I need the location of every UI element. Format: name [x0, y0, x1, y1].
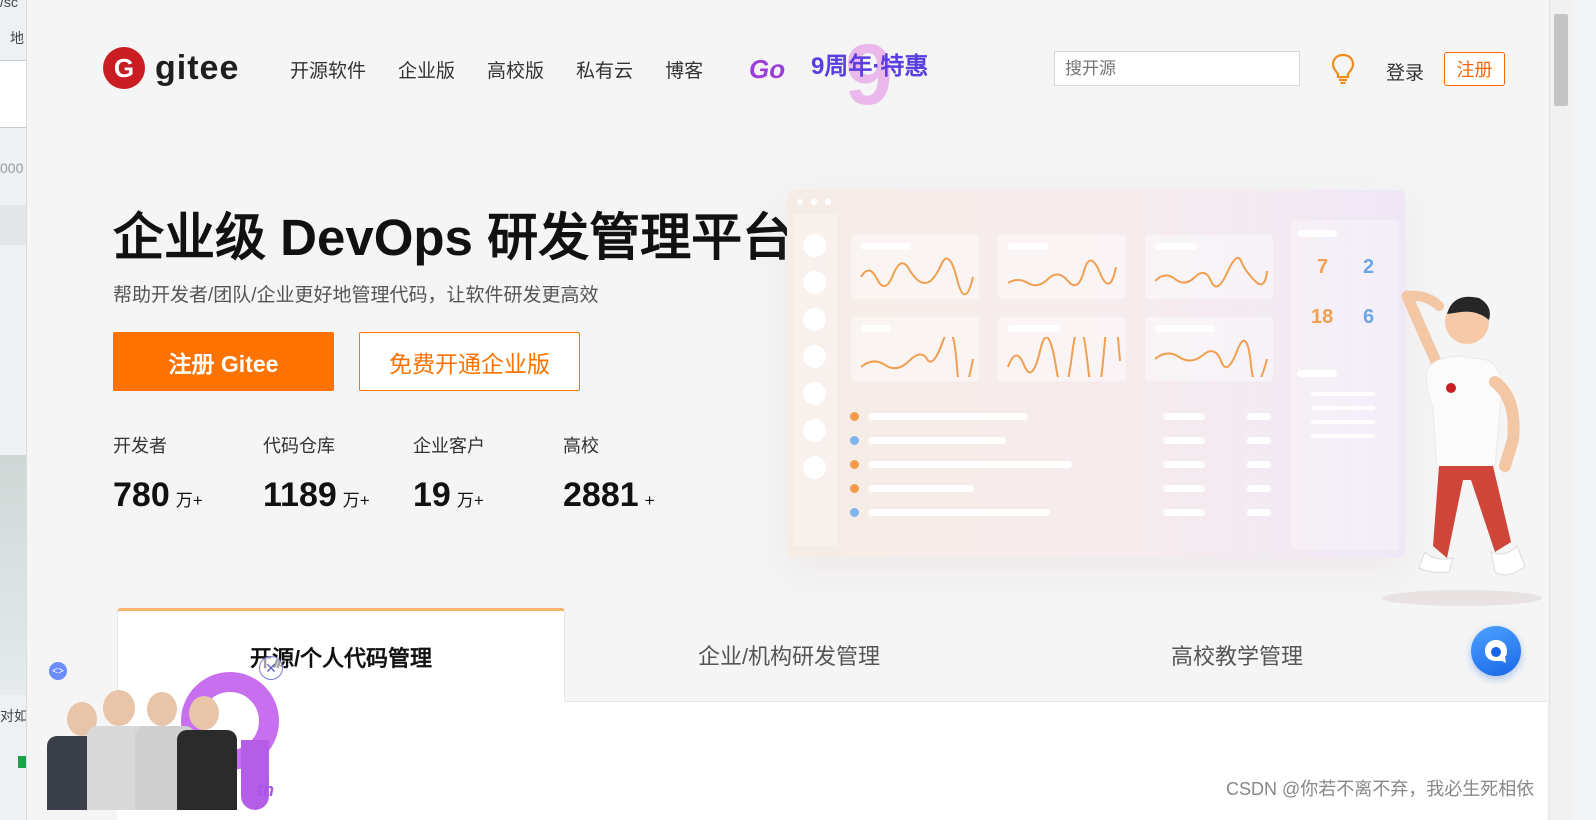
code-icon: <>: [49, 662, 67, 680]
product-tabs: 开源/个人代码管理 企业/机构研发管理 高校教学管理: [117, 608, 1487, 702]
stat-label: 代码仓库: [263, 436, 335, 456]
stat-unit: +: [644, 491, 655, 510]
stat-universities: 高校 2881 +: [563, 432, 655, 515]
stat-repositories: 代码仓库 1189 万+: [263, 432, 370, 515]
gitee-logo[interactable]: G gitee: [103, 47, 239, 89]
calendar-number: 18: [1311, 306, 1334, 328]
hero-title: 企业级 DevOps 研发管理平台: [113, 209, 794, 266]
floating-assistant-button[interactable]: [1471, 626, 1521, 676]
lightbulb-icon[interactable]: [1330, 53, 1356, 90]
stat-value: 19: [413, 476, 451, 514]
anniversary-banner[interactable]: 9 9周年·特惠: [809, 27, 933, 123]
nav-item-education[interactable]: 高校版: [487, 56, 544, 83]
tab-enterprise-rd[interactable]: 企业/机构研发管理: [565, 608, 1013, 702]
promo-badge: th: [257, 780, 274, 800]
calendar-number: 7: [1317, 256, 1329, 278]
tab-university-teaching[interactable]: 高校教学管理: [1013, 608, 1461, 702]
team-member-figure: [147, 692, 177, 726]
adjacent-text-fragment: 对如: [0, 708, 27, 724]
stat-value: 1189: [263, 476, 337, 514]
adjacent-panel: [0, 60, 26, 128]
search-input[interactable]: [1054, 51, 1300, 86]
hero-subtitle: 帮助开发者/团队/企业更好地管理代码，让软件研发更高效: [113, 285, 599, 306]
adjacent-panel: [0, 205, 26, 245]
scrollbar-thumb[interactable]: [1554, 14, 1568, 106]
login-link[interactable]: 登录: [1386, 58, 1424, 85]
go-link[interactable]: Go: [749, 54, 785, 85]
stat-label: 开发者: [113, 436, 167, 456]
gitee-logo-icon: G: [103, 47, 145, 89]
stat-value: 780: [113, 476, 170, 514]
register-button[interactable]: 注册: [1444, 52, 1505, 86]
adjacent-text-fragment: 地: [10, 30, 24, 46]
gitee-homepage: G gitee 开源软件 企业版 高校版 私有云 博客 Go 9 9周年·特惠 …: [27, 0, 1573, 820]
stat-developers: 开发者 780 万+: [113, 432, 203, 515]
nav-item-open-source[interactable]: 开源软件: [290, 56, 366, 83]
nav-item-blog[interactable]: 博客: [665, 56, 703, 83]
team-member-figure: [189, 696, 219, 730]
adjacent-window-strip: /sc 地 000 对如: [0, 0, 27, 820]
anniversary-promo-popup[interactable]: <> ✕ th: [41, 656, 291, 810]
logo-text: gitee: [155, 48, 240, 87]
nav-item-private-cloud[interactable]: 私有云: [576, 56, 633, 83]
stat-unit: 万+: [175, 491, 203, 510]
stat-unit: 万+: [342, 491, 370, 510]
stat-label: 企业客户: [413, 436, 485, 456]
stat-unit: 万+: [456, 491, 484, 510]
tab-content-area: [117, 701, 1547, 820]
main-nav: 开源软件 企业版 高校版 私有云 博客: [290, 56, 735, 83]
adjacent-text-fragment: 000: [0, 160, 24, 176]
nav-item-enterprise[interactable]: 企业版: [398, 56, 455, 83]
anniversary-text: 9周年·特惠: [811, 53, 929, 80]
adjacent-image: [0, 455, 26, 695]
adjacent-text-fragment: /sc: [0, 0, 18, 10]
register-gitee-button[interactable]: 注册 Gitee: [113, 332, 334, 391]
close-icon[interactable]: ✕: [259, 656, 283, 680]
dashboard-mockup: 7 2 18 6: [787, 190, 1405, 558]
team-member-figure: [103, 690, 135, 726]
stat-enterprises: 企业客户 19 万+: [413, 432, 485, 515]
enterprise-trial-button[interactable]: 免费开通企业版: [359, 332, 580, 391]
adjacent-indicator: [18, 756, 26, 768]
devops-dashboard-illustration: 7 2 18 6: [787, 190, 1557, 610]
vertical-scrollbar[interactable]: [1549, 0, 1573, 820]
team-member-figure: [177, 730, 237, 810]
presenter-character-illustration: [1382, 290, 1542, 606]
assistant-icon: [1485, 640, 1507, 663]
calendar-number: 2: [1363, 256, 1375, 278]
stat-value: 2881: [563, 476, 639, 514]
csdn-watermark: CSDN @你若不离不弃，我必生死相依: [1226, 779, 1535, 799]
stat-label: 高校: [563, 436, 599, 456]
